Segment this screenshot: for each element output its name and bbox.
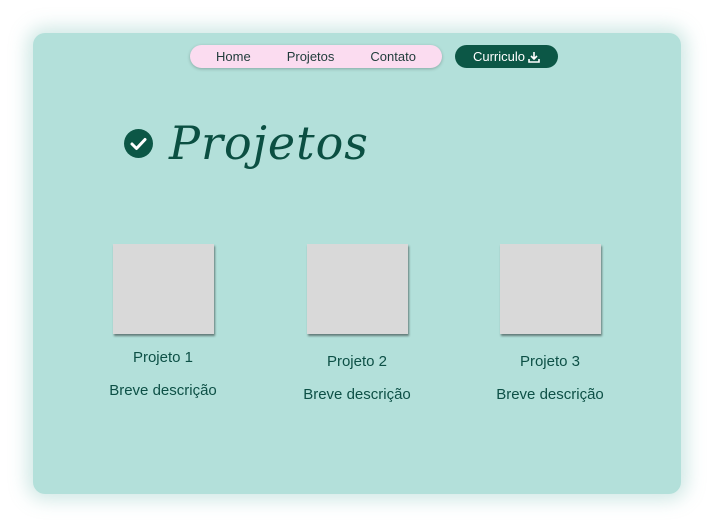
project-name: Projeto 1 [132, 349, 194, 366]
curriculo-label: Curriculo [472, 49, 525, 64]
nav-link-home[interactable]: Home [216, 49, 251, 64]
project-description: Breve descrição [109, 382, 217, 399]
nav-bar: Home Projetos Contato [190, 45, 442, 68]
project-card-1[interactable]: Projeto 1 Breve descrição [83, 244, 243, 399]
project-thumbnail[interactable] [499, 244, 601, 334]
project-name: Projeto 3 [519, 353, 581, 370]
project-card-3[interactable]: Projeto 3 Breve descrição [470, 244, 630, 403]
nav-link-projetos[interactable]: Projetos [287, 49, 335, 64]
download-icon [528, 51, 540, 63]
nav-link-contato[interactable]: Contato [370, 49, 416, 64]
project-description: Breve descrição [496, 386, 604, 403]
page-title: Projetos [169, 116, 369, 170]
check-circle-icon [124, 128, 153, 158]
project-card-2[interactable]: Projeto 2 Breve descrição [277, 244, 437, 403]
project-thumbnail[interactable] [306, 244, 408, 334]
project-description: Breve descrição [303, 386, 411, 403]
project-name: Projeto 2 [326, 353, 388, 370]
curriculo-button[interactable]: Curriculo [455, 45, 558, 68]
section-heading: Projetos [124, 120, 369, 166]
project-thumbnail[interactable] [112, 244, 214, 334]
